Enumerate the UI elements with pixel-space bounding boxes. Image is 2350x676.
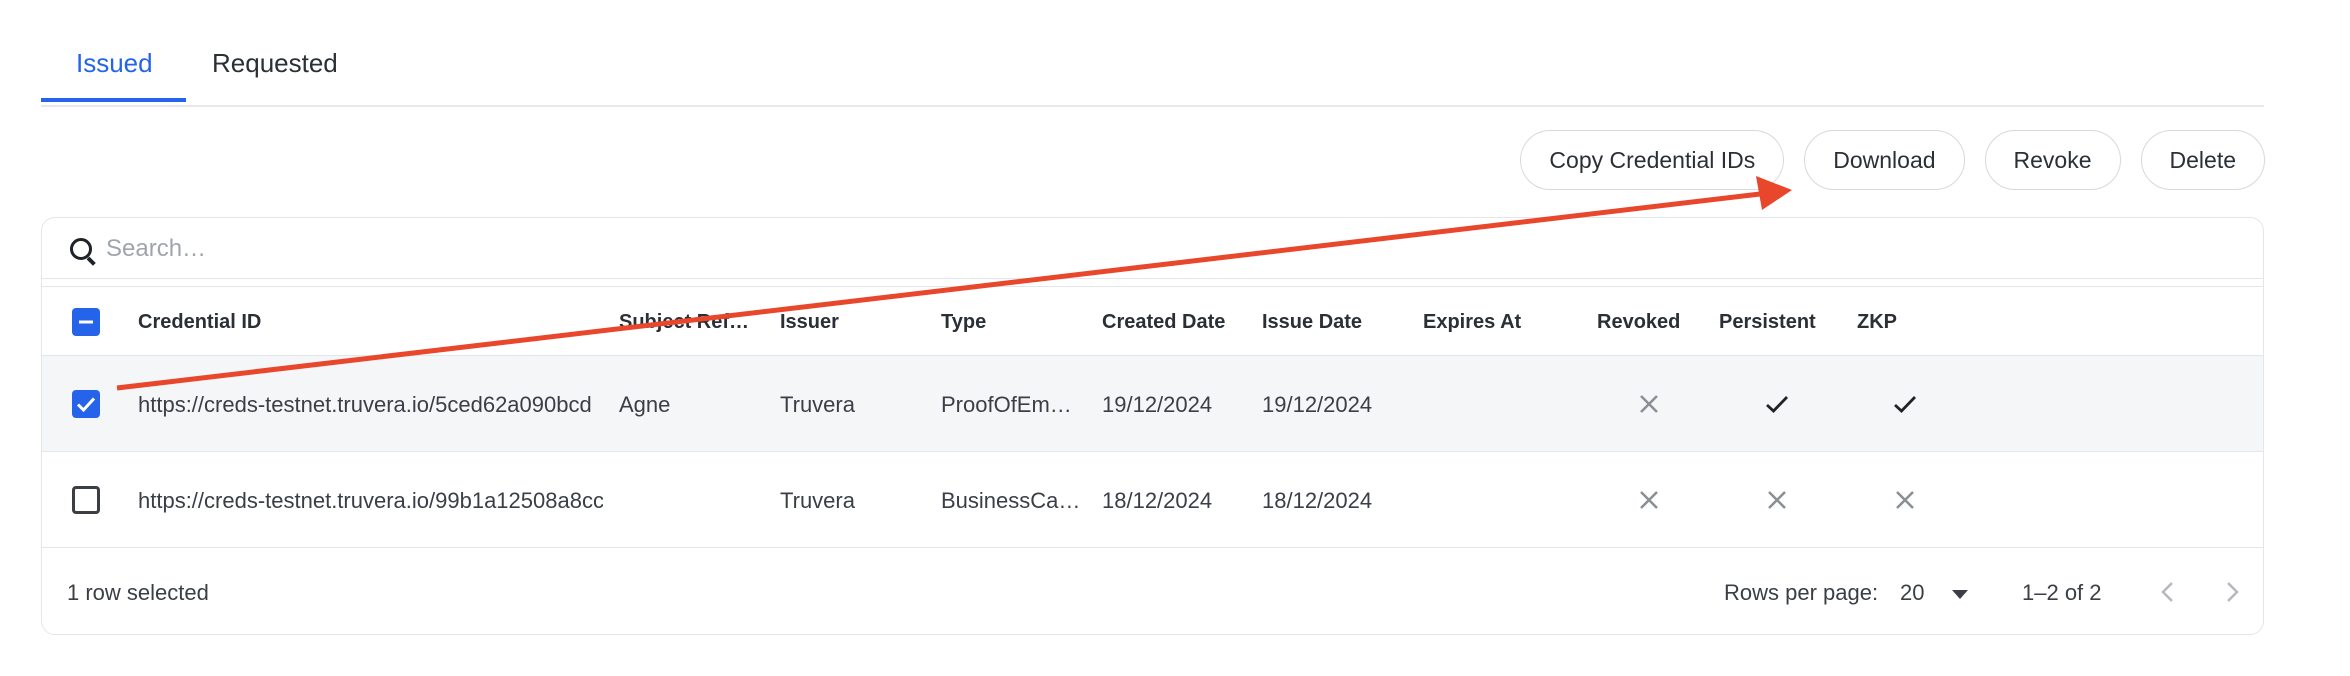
cell-issuer: Truvera <box>780 488 855 513</box>
cell-credential-id[interactable]: https://creds-testnet.truvera.io/99b1a12… <box>138 488 603 514</box>
column-header-revoked[interactable]: Revoked <box>1597 311 1707 334</box>
row-checkbox[interactable] <box>72 486 100 514</box>
check-icon <box>1894 396 1917 413</box>
selection-count: 1 row selected <box>67 580 209 605</box>
delete-button[interactable]: Delete <box>2140 130 2265 190</box>
column-header-persistent[interactable]: Persistent <box>1719 311 1829 334</box>
column-header-credential-id[interactable]: Credential ID <box>138 311 598 334</box>
x-icon <box>1640 395 1658 413</box>
pagination-range: 1–2 of 2 <box>2022 580 2102 605</box>
x-icon <box>1896 491 1914 509</box>
table-row[interactable]: https://creds-testnet.truvera.io/5ced62a… <box>42 356 2263 452</box>
minus-icon <box>79 320 93 324</box>
cell-type: ProofOfEm… <box>941 392 1072 417</box>
search-bar <box>42 218 2263 279</box>
chevron-left-icon[interactable] <box>2148 572 2188 612</box>
column-header-issuer[interactable]: Issuer <box>780 311 920 334</box>
cell-issue-date: 18/12/2024 <box>1262 488 1373 513</box>
tab-issued[interactable]: Issued <box>76 48 153 79</box>
cell-credential-id[interactable]: https://creds-testnet.truvera.io/5ced62a… <box>138 392 603 418</box>
credentials-table: Credential ID Subject Refer… Issuer Type… <box>41 217 2264 635</box>
chevron-right-icon[interactable] <box>2212 572 2252 612</box>
revoke-button[interactable]: Revoke <box>1984 130 2121 190</box>
table-header: Credential ID Subject Refer… Issuer Type… <box>42 286 2263 356</box>
copy-credential-ids-button[interactable]: Copy Credential IDs <box>1520 130 1785 190</box>
check-icon <box>76 397 96 413</box>
rows-per-page-label: Rows per page: <box>1724 580 1879 605</box>
column-header-issue-date[interactable]: Issue Date <box>1262 311 1412 334</box>
table-row[interactable]: https://creds-testnet.truvera.io/99b1a12… <box>42 452 2263 548</box>
bulk-actions-toolbar: Copy Credential IDs Download Revoke Dele… <box>1520 130 2265 190</box>
cell-issue-date: 19/12/2024 <box>1262 392 1373 417</box>
download-button[interactable]: Download <box>1804 130 1965 190</box>
column-header-subject-reference[interactable]: Subject Refer… <box>619 311 759 334</box>
chevron-down-icon[interactable] <box>1952 590 1968 599</box>
column-header-type[interactable]: Type <box>941 311 1081 334</box>
column-header-expires-at[interactable]: Expires At <box>1423 311 1573 334</box>
table-footer: 1 row selected Rows per page: 20 1–2 of … <box>42 548 2263 634</box>
cell-created-date: 18/12/2024 <box>1102 488 1213 513</box>
column-header-zkp[interactable]: ZKP <box>1857 311 1937 334</box>
active-tab-indicator <box>41 98 186 102</box>
check-icon <box>1766 396 1789 413</box>
tab-requested[interactable]: Requested <box>212 48 338 79</box>
rows-per-page-select[interactable]: 20 <box>1900 580 1924 606</box>
cell-type: BusinessCa… <box>941 488 1081 513</box>
select-all-checkbox[interactable] <box>72 308 100 336</box>
cell-issuer: Truvera <box>780 392 855 417</box>
cell-subject: Agne <box>619 392 671 417</box>
search-input[interactable] <box>104 228 708 270</box>
x-icon <box>1640 491 1658 509</box>
tab-bar: Issued Requested <box>41 0 2264 107</box>
cell-created-date: 19/12/2024 <box>1102 392 1213 417</box>
search-icon <box>70 238 92 260</box>
row-checkbox[interactable] <box>72 390 100 418</box>
column-header-created-date[interactable]: Created Date <box>1102 311 1252 334</box>
x-icon <box>1768 491 1786 509</box>
